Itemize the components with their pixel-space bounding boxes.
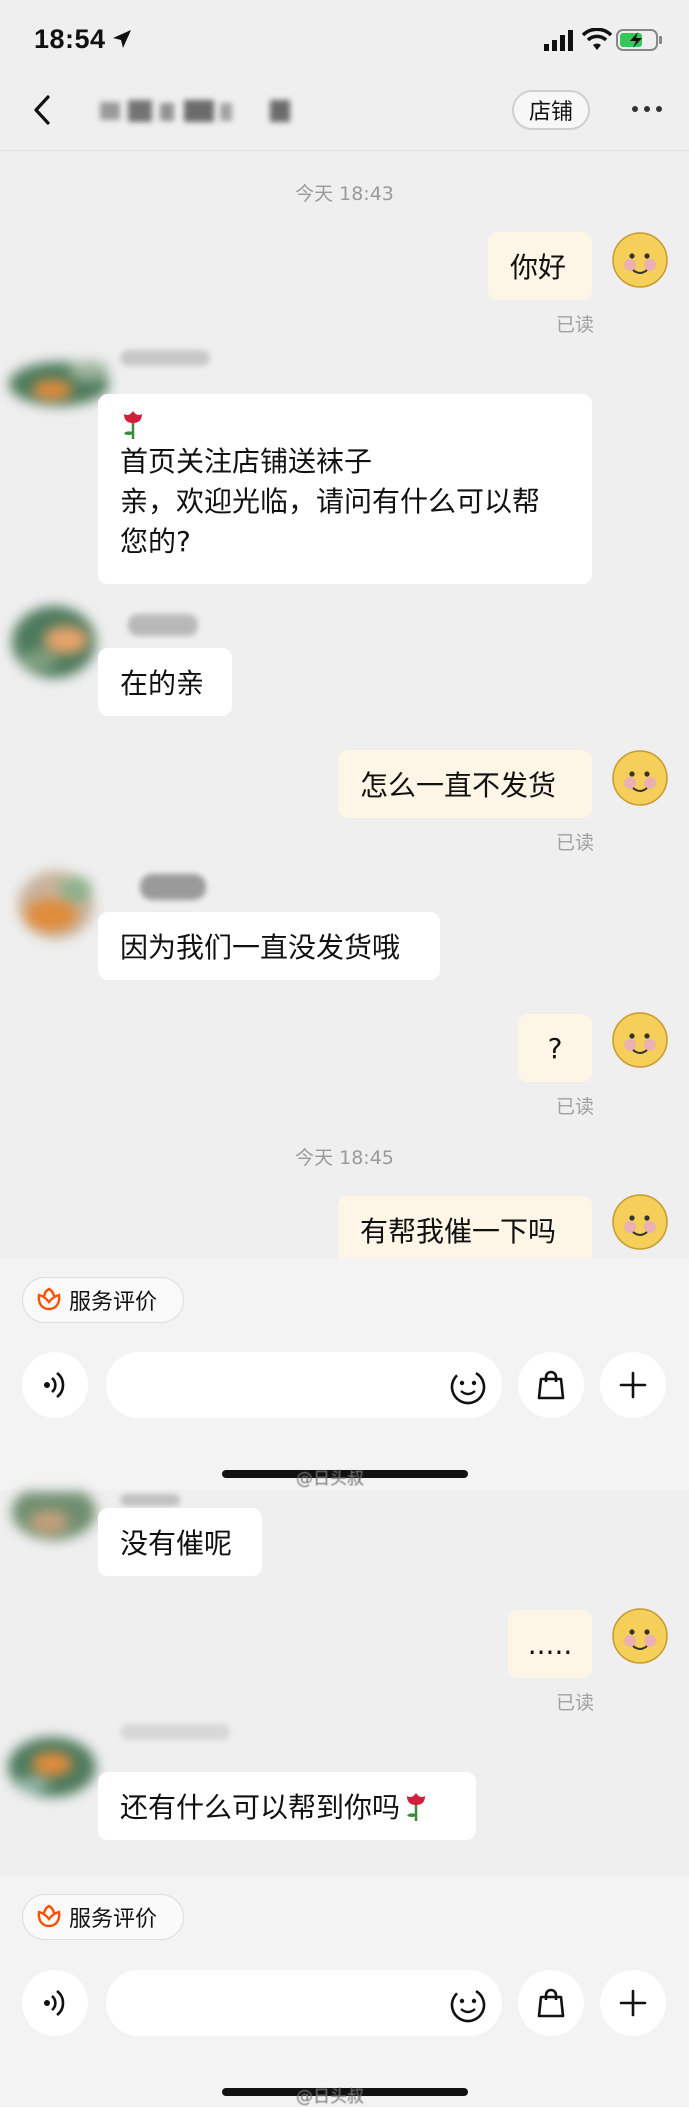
message-bubble-sent[interactable]: ?	[518, 1014, 592, 1082]
message-line: 首页关注店铺送袜子	[120, 445, 373, 478]
message-bubble-received[interactable]: 还有什么可以帮到你吗	[98, 1772, 476, 1840]
user-avatar-icon[interactable]	[612, 1012, 668, 1068]
watermark: @日头叔	[296, 2087, 364, 2107]
rose-icon	[124, 411, 142, 439]
message-text: 还有什么可以帮到你吗	[120, 1791, 401, 1824]
product-button[interactable]	[518, 1970, 584, 2036]
more-actions-button[interactable]	[600, 1970, 666, 2036]
plus-icon	[619, 1989, 647, 2017]
user-avatar-icon[interactable]	[612, 750, 668, 806]
user-avatar-icon[interactable]	[612, 232, 668, 288]
voice-button[interactable]	[22, 1352, 88, 1418]
read-receipt: 已读	[556, 1096, 595, 1118]
cellular-signal-icon	[544, 30, 573, 51]
message-bubble-sent[interactable]: 你好	[488, 232, 592, 300]
message-bubble-received[interactable]: 因为我们一直没发货哦	[98, 912, 440, 980]
watermark: @日头叔	[296, 1469, 364, 1489]
shop-nickname-redacted	[120, 1724, 230, 1740]
plus-icon	[619, 1371, 647, 1399]
message-bubble-sent[interactable]: .....	[508, 1610, 592, 1678]
shop-nickname-redacted	[128, 614, 198, 636]
rose-icon	[407, 1793, 426, 1821]
battery-charging-icon	[616, 29, 662, 51]
back-icon[interactable]	[30, 95, 54, 125]
message-bubble-received[interactable]: 首页关注店铺送袜子 亲，欢迎光临，请问有什么可以帮 您的?	[98, 394, 592, 584]
location-arrow-icon	[113, 30, 131, 48]
timestamp: 今天 18:43	[295, 183, 394, 205]
user-avatar-icon[interactable]	[612, 1608, 668, 1664]
service-review-label: 服务评价	[69, 1290, 158, 1315]
shop-avatar-icon	[8, 1737, 96, 1797]
shopping-bag-icon	[537, 1370, 565, 1400]
voice-icon	[44, 1989, 65, 2017]
shop-name-redacted	[100, 98, 290, 124]
voice-button[interactable]	[22, 1970, 88, 2036]
voice-icon	[44, 1371, 65, 1399]
message-bubble-received[interactable]: 在的亲	[98, 648, 232, 716]
message-input[interactable]	[106, 1970, 502, 2036]
message-input[interactable]	[106, 1352, 502, 1418]
flower-icon	[37, 1287, 61, 1311]
message-line: 亲，欢迎光临，请问有什么可以帮	[120, 485, 541, 518]
emoji-icon[interactable]	[450, 1987, 486, 2023]
read-receipt: 已读	[556, 832, 595, 854]
message-line: 您的?	[120, 525, 191, 558]
read-receipt: 已读	[556, 314, 595, 336]
message-bubble-sent[interactable]: 有帮我催一下吗	[338, 1196, 592, 1264]
read-receipt: 已读	[556, 1692, 595, 1714]
message-bubble-received[interactable]: 没有催呢	[98, 1508, 262, 1576]
status-time: 18:54	[34, 24, 106, 54]
service-review-label: 服务评价	[69, 1907, 158, 1932]
wifi-icon	[582, 28, 612, 50]
store-button[interactable]: 店铺	[512, 90, 590, 130]
timestamp: 今天 18:45	[295, 1147, 394, 1169]
service-review-button[interactable]: 服务评价	[22, 1894, 184, 1940]
shopping-bag-icon	[537, 1988, 565, 2018]
more-actions-button[interactable]	[600, 1352, 666, 1418]
shop-nickname-redacted	[120, 1494, 180, 1506]
message-bubble-sent[interactable]: 怎么一直不发货	[338, 750, 592, 818]
service-review-button[interactable]: 服务评价	[22, 1277, 184, 1323]
more-icon[interactable]	[630, 104, 664, 114]
shop-nickname-redacted	[140, 874, 206, 900]
user-avatar-icon[interactable]	[612, 1194, 668, 1250]
emoji-icon[interactable]	[450, 1369, 486, 1405]
shop-nickname-redacted	[120, 350, 210, 366]
product-button[interactable]	[518, 1352, 584, 1418]
flower-icon	[37, 1904, 61, 1928]
